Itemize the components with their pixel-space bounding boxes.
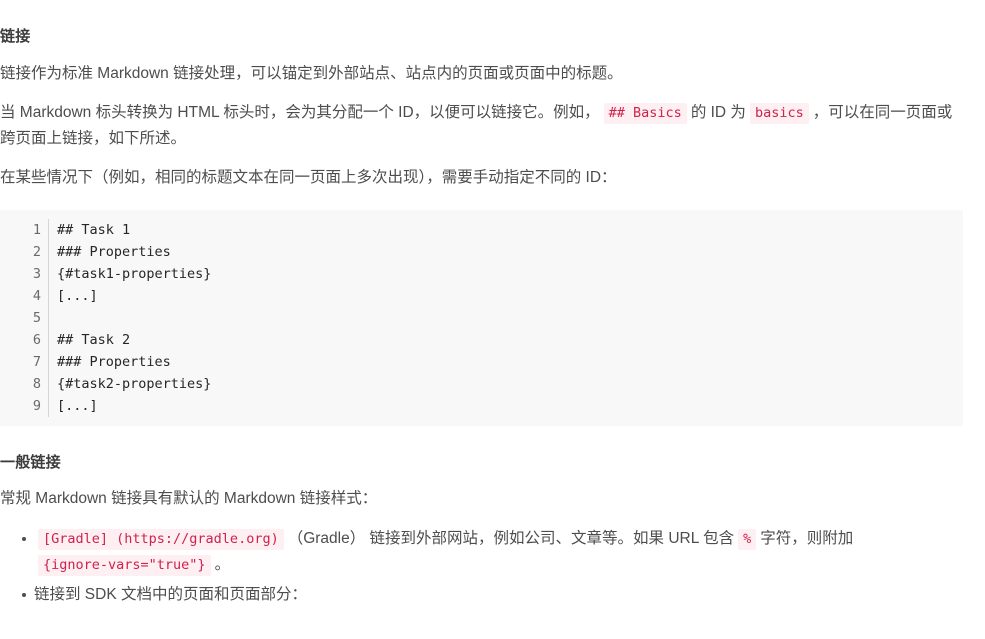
code-line: 1 ## Task 1 xyxy=(0,219,963,241)
inline-code-percent: % xyxy=(738,529,757,550)
line-number: 6 xyxy=(32,332,41,348)
line-number: 1 xyxy=(32,222,41,238)
code-line-text: [...] xyxy=(57,288,98,304)
code-line: 4 [...] xyxy=(0,285,963,307)
list-item-text: 链接到 SDK 文档中的页面和页面部分： xyxy=(34,586,307,603)
paragraph-manual-ids: 在某些情况下（例如，相同的标题文本在同一页面上多次出现），需要手动指定不同的 I… xyxy=(0,165,963,191)
paragraph-text: 链接作为标准 Markdown 链接处理，可以锚定到外部站点、站点内的页面或页面… xyxy=(0,65,623,82)
code-line: 3 {#task1-properties} xyxy=(0,263,963,285)
paragraph-links-intro: 链接作为标准 Markdown 链接处理，可以锚定到外部站点、站点内的页面或页面… xyxy=(0,61,963,87)
line-number: 7 xyxy=(32,354,41,370)
code-line: 7 ### Properties xyxy=(0,351,963,373)
code-line-text: ### Properties xyxy=(57,354,171,370)
inline-code-basics-id: basics xyxy=(749,103,809,124)
line-number: 3 xyxy=(32,266,41,282)
code-line-text: ### Properties xyxy=(57,244,171,260)
line-number: 8 xyxy=(32,376,41,392)
inline-code-ignore-vars: {ignore-vars="true"} xyxy=(38,555,211,576)
inline-code-basics-heading: ## Basics xyxy=(603,103,687,124)
line-number: 2 xyxy=(32,244,41,260)
link-examples-list: [Gradle] (https://gradle.org) （Gradle） 链接… xyxy=(0,526,963,608)
code-line-text: ## Task 1 xyxy=(57,222,131,238)
paragraph-general-links-intro: 常规 Markdown 链接具有默认的 Markdown 链接样式： xyxy=(0,486,963,512)
gutter-divider xyxy=(48,307,49,329)
code-line-text: {#task2-properties} xyxy=(57,376,212,392)
paragraph-text: 在某些情况下（例如，相同的标题文本在同一页面上多次出现），需要手动指定不同的 I… xyxy=(0,169,617,186)
code-line-text: ## Task 2 xyxy=(57,332,131,348)
code-line: 8 {#task2-properties} xyxy=(0,373,963,395)
inline-code-gradle-link: [Gradle] (https://gradle.org) xyxy=(38,529,284,550)
list-item: [Gradle] (https://gradle.org) （Gradle） 链接… xyxy=(22,526,963,578)
list-item-text-part: （Gradle） 链接到外部网站，例如公司、文章等。如果 URL 包含 xyxy=(287,530,735,547)
code-line-text: [...] xyxy=(57,398,98,414)
code-line: 2 ### Properties xyxy=(0,241,963,263)
line-number: 4 xyxy=(32,288,41,304)
document-content: 链接 链接作为标准 Markdown 链接处理，可以锚定到外部站点、站点内的页面… xyxy=(0,27,963,608)
code-line-text: {#task1-properties} xyxy=(57,266,212,282)
paragraph-text: 常规 Markdown 链接具有默认的 Markdown 链接样式： xyxy=(0,490,378,507)
code-line: 6 ## Task 2 xyxy=(0,329,963,351)
line-number: 5 xyxy=(32,310,41,326)
line-number: 9 xyxy=(32,398,41,414)
code-line: 9 [...] xyxy=(0,395,963,417)
subsection-title-general-links: 一般链接 xyxy=(0,454,61,471)
code-line: 5 xyxy=(0,307,963,329)
code-block: 1 ## Task 1 2 ### Properties 3 {#task1-p… xyxy=(0,210,963,426)
page-title: 链接 xyxy=(0,28,31,45)
paragraph-heading-ids: 当 Markdown 标头转换为 HTML 标头时，会为其分配一个 ID，以便可… xyxy=(0,100,963,152)
list-item: 链接到 SDK 文档中的页面和页面部分： xyxy=(22,582,963,608)
paragraph-text-part: 当 Markdown 标头转换为 HTML 标头时，会为其分配一个 ID，以便可… xyxy=(0,104,600,121)
list-item-text-part: 字符，则附加 xyxy=(760,530,854,547)
paragraph-text-part: 的 ID 为 xyxy=(690,104,746,121)
list-item-text-part: 。 xyxy=(214,556,231,573)
document-page: 链接 链接作为标准 Markdown 链接处理，可以锚定到外部站点、站点内的页面… xyxy=(0,27,985,608)
